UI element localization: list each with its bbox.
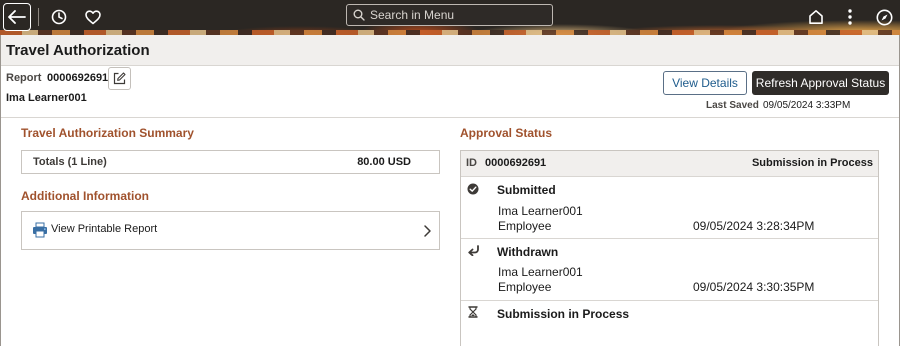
actions-menu-button[interactable] [840, 3, 860, 31]
header-divider [0, 117, 900, 118]
nav-separator [38, 8, 39, 26]
view-printable-report-row[interactable]: View Printable Report [21, 211, 440, 250]
search-placeholder: Search in Menu [370, 8, 455, 22]
history-icon [51, 9, 67, 25]
totals-label: Totals (1 Line) [33, 156, 107, 168]
step-title: Submission in Process [497, 307, 630, 321]
withdraw-arrow-icon [468, 245, 479, 256]
step-approver-role: Employee [498, 219, 552, 233]
page-title-bar: Travel Authorization [0, 35, 900, 66]
back-button[interactable] [3, 3, 31, 31]
edit-report-button[interactable] [108, 67, 131, 90]
more-icon [848, 9, 852, 25]
printer-icon [33, 222, 47, 238]
heart-icon [85, 9, 101, 24]
report-id: 0000692691 [47, 72, 109, 84]
chevron-right-icon [424, 225, 431, 237]
page-title: Travel Authorization [6, 42, 150, 59]
totals-row: Totals (1 Line) 80.00 USD [21, 150, 440, 174]
approval-status-heading: Approval Status [460, 126, 553, 140]
back-arrow-icon [8, 10, 26, 24]
home-button[interactable] [805, 3, 827, 31]
approval-step-withdrawn: Withdrawn Ima Learner001 Employee 09/05/… [461, 239, 878, 300]
summary-heading: Travel Authorization Summary [21, 126, 194, 140]
navbar-button[interactable] [873, 3, 895, 31]
search-icon [353, 9, 365, 21]
totals-value: 80.00 USD [357, 156, 411, 168]
favorites-button[interactable] [81, 3, 105, 31]
approval-overall-status: Submission in Process [751, 157, 873, 169]
hourglass-icon [468, 306, 478, 318]
navigator-icon [876, 9, 892, 25]
view-printable-report-link[interactable]: View Printable Report [51, 223, 157, 235]
edit-icon [113, 72, 126, 85]
home-icon [809, 10, 823, 24]
approval-step-in-process: Submission in Process [461, 301, 878, 346]
last-saved-label: Last Saved [706, 100, 759, 111]
approval-id-label: ID [466, 157, 477, 169]
view-details-button[interactable]: View Details [663, 71, 747, 95]
step-datetime: 09/05/2024 3:30:35PM [693, 280, 815, 294]
menu-search-input[interactable]: Search in Menu [346, 4, 553, 26]
top-nav-bar: Search in Menu [0, 0, 900, 35]
step-approver-role: Employee [498, 280, 552, 294]
additional-info-heading: Additional Information [21, 189, 149, 203]
employee-name: Ima Learner001 [6, 92, 87, 104]
last-saved-value: 09/05/2024 3:33PM [763, 100, 851, 111]
refresh-approval-status-button[interactable]: Refresh Approval Status [752, 71, 889, 95]
step-title: Submitted [497, 183, 556, 197]
step-approver-name: Ima Learner001 [498, 204, 583, 218]
check-circle-icon [467, 183, 479, 195]
recent-places-button[interactable] [47, 3, 71, 31]
approval-status-panel: ID 0000692691 Submission in Process Subm… [460, 150, 879, 346]
step-title: Withdrawn [497, 245, 559, 259]
approval-id-value: 0000692691 [485, 157, 547, 169]
step-approver-name: Ima Learner001 [498, 265, 583, 279]
approval-step-submitted: Submitted Ima Learner001 Employee 09/05/… [461, 177, 878, 238]
approval-header-row: ID 0000692691 Submission in Process [461, 151, 878, 177]
window-frame-left [0, 35, 1, 346]
step-datetime: 09/05/2024 3:28:34PM [693, 219, 815, 233]
report-label: Report [6, 72, 42, 84]
